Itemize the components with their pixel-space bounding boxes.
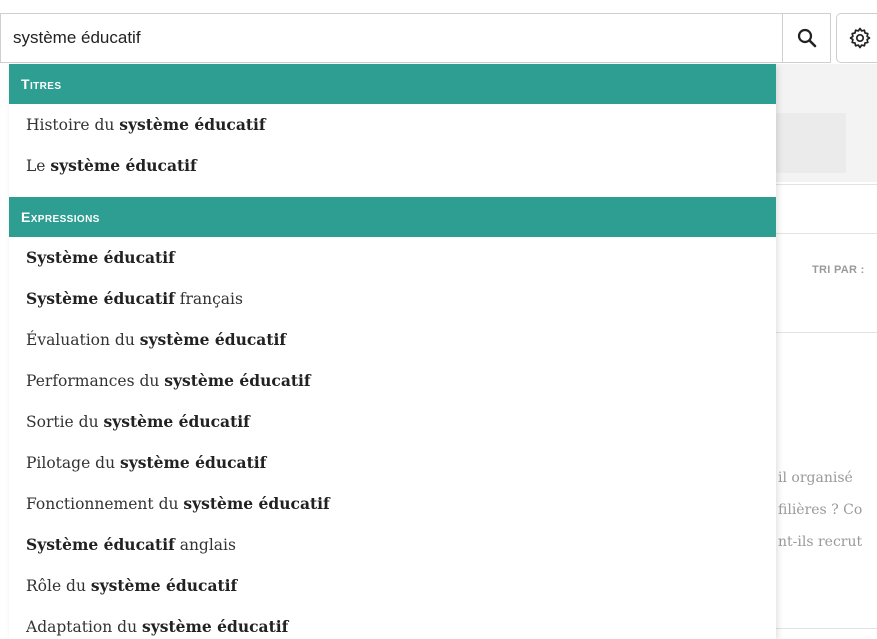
search-input[interactable] bbox=[0, 13, 782, 63]
suggestion-item[interactable]: Sortie du système éducatif bbox=[9, 401, 776, 442]
suggestion-match: système éducatif bbox=[120, 453, 267, 472]
suggestion-suffix: anglais bbox=[174, 535, 236, 554]
suggestion-prefix: Le bbox=[26, 156, 51, 175]
suggestion-item[interactable]: Rôle du système éducatif bbox=[9, 565, 776, 606]
suggestion-match: Système éducatif bbox=[26, 535, 175, 554]
search-icon bbox=[797, 28, 816, 48]
divider bbox=[776, 332, 877, 333]
divider bbox=[776, 184, 877, 185]
suggestion-item[interactable]: Fonctionnement du système éducatif bbox=[9, 483, 776, 524]
section-header: Titres bbox=[9, 64, 776, 104]
sort-label[interactable]: TRI PAR : bbox=[812, 264, 865, 276]
suggestion-item[interactable]: Pilotage du système éducatif bbox=[9, 442, 776, 483]
suggestion-match: système éducatif bbox=[50, 156, 197, 175]
search-button[interactable] bbox=[782, 13, 831, 63]
background-card bbox=[776, 113, 846, 173]
suggestion-match: système éducatif bbox=[103, 412, 250, 431]
suggestion-match: Système éducatif bbox=[26, 289, 175, 308]
suggestion-prefix: Performances du bbox=[26, 371, 165, 390]
suggestion-suffix: français bbox=[174, 289, 243, 308]
suggestion-prefix: Adaptation du bbox=[26, 617, 143, 636]
suggestion-prefix: Pilotage du bbox=[26, 453, 120, 472]
suggestion-item[interactable]: Adaptation du système éducatif bbox=[9, 606, 776, 639]
suggestion-item[interactable]: Performances du système éducatif bbox=[9, 360, 776, 401]
suggestion-prefix: Sortie du bbox=[26, 412, 104, 431]
autocomplete-dropdown: Titres Histoire du système éducatif Le sys… bbox=[9, 64, 776, 639]
suggestion-prefix: Fonctionnement du bbox=[26, 494, 184, 513]
suggestion-match: système éducatif bbox=[142, 617, 289, 636]
background-text-line: il organisé bbox=[778, 470, 853, 486]
divider bbox=[776, 628, 877, 629]
suggestion-item[interactable]: Système éducatif anglais bbox=[9, 524, 776, 565]
suggestion-match: système éducatif bbox=[139, 330, 287, 349]
suggestion-match: Système éducatif bbox=[26, 248, 175, 267]
suggestion-item[interactable]: Système éducatif bbox=[9, 237, 776, 278]
background-text-line: filières ? Co bbox=[778, 502, 863, 518]
suggestion-item[interactable]: Évaluation du système éducatif bbox=[9, 319, 776, 360]
background-text-line: nt-ils recrut bbox=[778, 534, 863, 550]
suggestion-match: système éducatif bbox=[164, 371, 311, 390]
section-header: Expressions bbox=[9, 197, 776, 237]
gear-icon bbox=[849, 27, 871, 49]
suggestion-prefix: Évaluation du bbox=[26, 330, 140, 349]
suggestion-match: système éducatif bbox=[119, 115, 266, 134]
suggestion-match: système éducatif bbox=[90, 576, 238, 595]
suggestion-match: système éducatif bbox=[183, 494, 330, 513]
suggestion-prefix: Histoire du bbox=[26, 115, 120, 134]
divider bbox=[776, 233, 877, 234]
suggestion-item[interactable]: Histoire du système éducatif bbox=[9, 104, 776, 145]
suggestion-item[interactable]: Système éducatif français bbox=[9, 278, 776, 319]
suggestion-item[interactable]: Le système éducatif bbox=[9, 145, 776, 186]
suggestion-prefix: Rôle du bbox=[26, 576, 91, 595]
settings-button[interactable] bbox=[836, 13, 877, 63]
